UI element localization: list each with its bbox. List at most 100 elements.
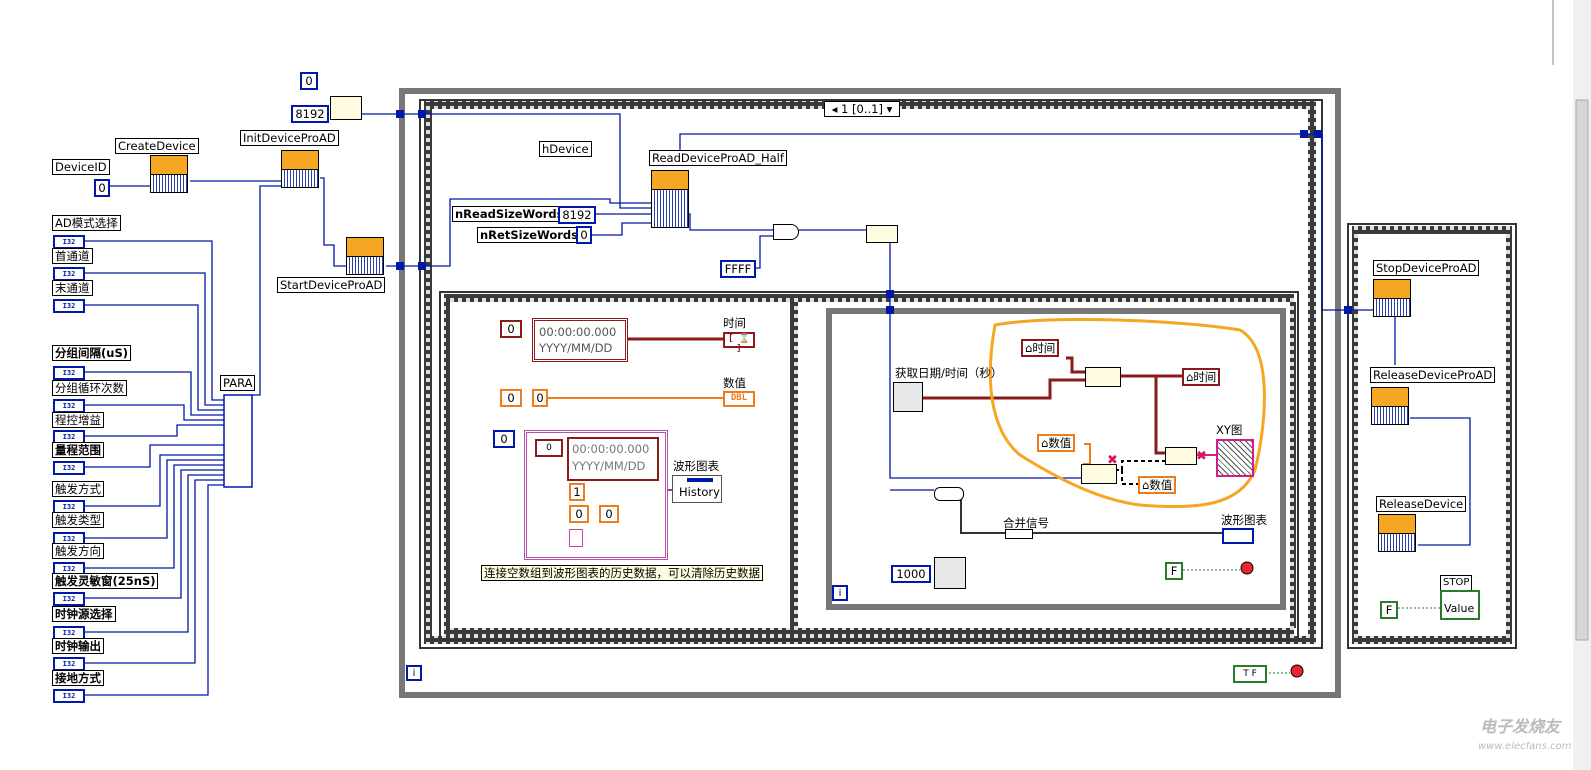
create-device-label: CreateDevice	[115, 138, 199, 154]
and-icon[interactable]	[773, 224, 799, 240]
waveform-history-node[interactable]: History	[672, 475, 722, 503]
init-const-zero[interactable]: 0	[300, 72, 318, 90]
param-control-3[interactable]: I32	[53, 366, 85, 380]
bundle-icon[interactable]	[1085, 367, 1121, 387]
inner-stop-const[interactable]: F	[1165, 562, 1183, 580]
scrollbar-thumb	[1575, 99, 1589, 641]
num-local-read[interactable]: ⌂数值	[1138, 476, 1177, 494]
param-control-2[interactable]: I32	[53, 299, 85, 313]
nret-label: nRetSizeWords	[477, 227, 581, 243]
param-control-10[interactable]: I32	[53, 592, 85, 606]
ts-array-index[interactable]: 0	[500, 320, 522, 338]
wait-ms-const[interactable]: 1000	[891, 565, 931, 583]
waveform-cluster-const[interactable]: 0 00:00:00.000 YYYY/MM/DD 1 0 0	[524, 430, 668, 560]
waveform-chart-terminal[interactable]	[1222, 528, 1254, 544]
history-text: History	[679, 485, 720, 499]
svg-text:✖: ✖	[1196, 449, 1207, 464]
time-indicator[interactable]: [ ⌛ ]	[723, 332, 755, 354]
merge-signals-icon[interactable]	[1005, 529, 1033, 539]
param-label-1: 首通道	[52, 248, 93, 264]
nret-input[interactable]: 0	[576, 226, 592, 244]
param-label-2: 末通道	[52, 280, 93, 296]
release-device-vi[interactable]	[1378, 514, 1416, 552]
num-local-write[interactable]: ⌂数值	[1037, 434, 1076, 452]
time-indicator-label: 时间	[723, 316, 746, 330]
param-label-6: 量程范围	[52, 442, 104, 458]
cluster-dt[interactable]: 1	[569, 483, 585, 501]
start-device-vi[interactable]	[346, 237, 384, 275]
inner-loop-iteration: i	[832, 585, 848, 601]
cluster-y-index[interactable]: 0	[569, 505, 589, 523]
xy-graph-icon[interactable]	[1216, 439, 1254, 477]
stop-value-text: Value	[1444, 602, 1475, 615]
stop-device-label: StopDeviceProAD	[1373, 260, 1480, 276]
hdevice-label: hDevice	[539, 141, 592, 157]
stop-device-vi[interactable]	[1373, 279, 1411, 317]
case-selector-left-icon[interactable]: ◂	[832, 102, 841, 116]
start-device-label: StartDeviceProAD	[277, 277, 386, 293]
ffff-const[interactable]: FFFF	[720, 260, 756, 278]
clock-datetime-icon[interactable]	[893, 382, 923, 412]
param-control-4[interactable]: I32	[53, 399, 85, 413]
build-cluster-icon[interactable]	[1081, 464, 1117, 484]
param-label-12: 时钟输出	[52, 638, 104, 654]
get-datetime-label: 获取日期/时间（秒）	[895, 366, 1003, 380]
time-local-write[interactable]: ⌂时间	[1021, 339, 1060, 357]
param-label-7: 触发方式	[52, 481, 104, 497]
param-label-5: 程控增益	[52, 412, 104, 428]
time-local-write-text: 时间	[1032, 341, 1056, 355]
case-selector-dropdown-icon[interactable]: ▾	[883, 102, 893, 116]
cluster-array-index[interactable]: 0	[493, 430, 515, 448]
time-local-read[interactable]: ⌂时间	[1182, 368, 1221, 386]
nread-input[interactable]: 8192	[558, 206, 596, 224]
release-device-label: ReleaseDevice	[1376, 496, 1467, 512]
read-device-vi[interactable]	[651, 170, 689, 228]
param-control-0[interactable]: I32	[53, 235, 85, 249]
param-control-1[interactable]: I32	[53, 267, 85, 281]
num-local-write-text: 数值	[1048, 436, 1072, 450]
cluster-inner-index[interactable]: 0	[535, 439, 563, 457]
dbl-to-dynamic-icon[interactable]	[934, 487, 964, 501]
device-id-input[interactable]: 0	[94, 179, 110, 197]
cluster-empty	[569, 529, 583, 547]
cluster-timestamp[interactable]: 00:00:00.000 YYYY/MM/DD	[567, 437, 659, 481]
history-bar-icon	[687, 478, 713, 482]
watermark-url: www.elecfans.com	[1478, 741, 1572, 752]
device-id-label: DeviceID	[52, 159, 110, 175]
num-array-index[interactable]: 0	[500, 389, 522, 407]
ts-time-text: 00:00:00.000	[539, 325, 617, 339]
cluster-ts-time: 00:00:00.000	[572, 442, 650, 456]
param-label-13: 接地方式	[52, 670, 104, 686]
build-array-icon[interactable]	[330, 96, 362, 120]
cluster-y-value[interactable]: 0	[599, 505, 619, 523]
param-control-12[interactable]: I32	[53, 657, 85, 671]
num-const[interactable]: 0	[532, 389, 548, 407]
stop-f-const[interactable]: F	[1380, 601, 1398, 619]
wait-timer-icon[interactable]	[934, 557, 966, 589]
index-array-icon[interactable]	[866, 225, 898, 243]
param-label-11: 时钟源选择	[52, 606, 116, 622]
param-label-9: 触发方向	[52, 543, 104, 559]
case-selector[interactable]: ◂ 1 [0..1] ▾	[824, 101, 900, 117]
timestamp-const[interactable]: 00:00:00.000 YYYY/MM/DD	[532, 318, 628, 362]
nread-label: nReadSizeWords	[452, 206, 567, 222]
init-device-vi[interactable]	[281, 150, 319, 188]
xy-bundle-icon[interactable]	[1165, 447, 1197, 465]
stop-property-node[interactable]: Value	[1440, 590, 1480, 620]
num-indicator[interactable]: DBL	[723, 391, 755, 407]
param-label-8: 触发类型	[52, 512, 104, 528]
waveform-chart-label-left: 波形图表	[673, 459, 719, 473]
release-proad-vi[interactable]	[1371, 387, 1409, 425]
param-label-4: 分组循环次数	[52, 380, 127, 396]
create-device-vi[interactable]	[150, 155, 188, 193]
param-label-10: 触发灵敏窗(25nS)	[52, 573, 159, 589]
xy-graph-label: XY图	[1216, 423, 1243, 437]
tf-const[interactable]: T F	[1233, 665, 1267, 683]
num-local-read-text: 数值	[1149, 478, 1173, 492]
param-label-0: AD模式选择	[52, 215, 121, 231]
param-control-6[interactable]: I32	[53, 461, 85, 475]
init-const-8192[interactable]: 8192	[291, 105, 329, 123]
read-device-label: ReadDeviceProAD_Half	[649, 150, 787, 166]
param-control-13[interactable]: I32	[53, 689, 85, 703]
para-bundle-label: PARA	[220, 375, 256, 391]
